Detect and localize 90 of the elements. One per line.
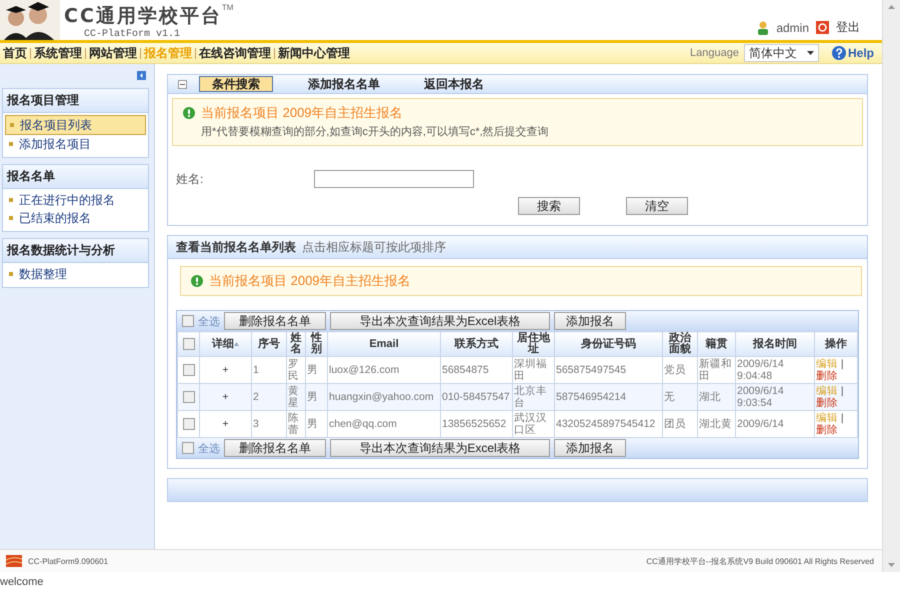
checkbox[interactable]: [182, 442, 194, 454]
separator-text: |: [840, 412, 844, 424]
nav-item[interactable]: 新闻中心管理: [275, 44, 353, 62]
checkbox[interactable]: [182, 338, 194, 350]
checkbox[interactable]: [182, 315, 194, 327]
nav-item[interactable]: 系统管理: [31, 44, 85, 62]
toolbar-button[interactable]: 添加报名: [554, 439, 626, 457]
column-header[interactable]: 联系方式: [440, 332, 512, 356]
logo-subtitle: CC-PlatForm v1.1: [84, 29, 182, 40]
column-header[interactable]: 身份证号码: [554, 332, 662, 356]
panel-hint: 点击相应标题可按此项排序: [302, 238, 446, 256]
sidebar-heading: 报名项目管理: [3, 89, 148, 113]
sidebar-item[interactable]: 添加报名项目: [5, 135, 146, 153]
toolbar-button[interactable]: 导出本次查询结果为Excel表格: [330, 439, 550, 457]
toolbar-button[interactable]: 删除报名名单: [224, 312, 326, 330]
scrollbar[interactable]: [882, 0, 900, 572]
expand-toggle[interactable]: +: [200, 384, 252, 410]
logout-link[interactable]: 登出: [836, 19, 860, 36]
form-button[interactable]: 清空: [626, 197, 688, 215]
nav-item[interactable]: 首页: [0, 44, 30, 62]
table-cell: 男: [306, 384, 328, 410]
sidebar-item[interactable]: 数据整理: [5, 265, 146, 283]
help-icon: [832, 46, 846, 60]
table-cell: 2009/6/14 9:03:54: [736, 384, 814, 410]
scroll-up-icon[interactable]: [888, 5, 895, 9]
column-header[interactable]: 性别: [306, 332, 328, 356]
sidebar-heading: 报名名单: [3, 165, 148, 189]
tab[interactable]: 返回本报名: [399, 77, 509, 91]
name-input-field[interactable]: [314, 170, 474, 188]
trademark-mark: TM: [222, 3, 234, 12]
user-name: admin: [776, 20, 809, 34]
scroll-down-icon[interactable]: [888, 563, 895, 567]
toolbar-button[interactable]: 删除报名名单: [224, 439, 326, 457]
language-label: Language: [690, 47, 739, 59]
checkbox[interactable]: [182, 364, 194, 376]
column-header[interactable]: 报名时间: [736, 332, 814, 356]
separator-text: |: [840, 358, 844, 370]
column-header[interactable]: 居住地址: [512, 332, 554, 356]
notice-title: 当前报名项目 2009年自主招生报名: [209, 272, 411, 290]
info-icon: [183, 107, 195, 119]
sidebar-item[interactable]: 已结束的报名: [5, 209, 146, 227]
logo-icon: [6, 555, 22, 567]
collapse-icon[interactable]: [137, 71, 146, 80]
column-header[interactable]: 政治面貌: [662, 332, 698, 356]
power-icon[interactable]: [816, 21, 829, 34]
logo-title: CC通用学校平台: [64, 4, 222, 28]
nav-item[interactable]: 在线咨询管理: [196, 44, 274, 62]
toolbar-button[interactable]: 添加报名: [554, 312, 626, 330]
sidebar-item[interactable]: 正在进行中的报名: [5, 191, 146, 209]
language-dropdown[interactable]: 简体中文: [744, 44, 819, 62]
column-header[interactable]: Email: [328, 332, 440, 356]
checkbox[interactable]: [182, 391, 194, 404]
sidebar-heading: 报名数据统计与分析: [3, 239, 148, 263]
nav-item[interactable]: 网站管理: [86, 44, 140, 62]
table-cell: 010-58457547: [440, 384, 512, 410]
column-header[interactable]: 操作: [814, 332, 858, 356]
separator-text: |: [840, 385, 844, 397]
notice-title: 当前报名项目 2009年自主招生报名: [201, 104, 403, 122]
help-link[interactable]: Help: [832, 46, 874, 60]
delete-link[interactable]: 删除: [816, 397, 838, 409]
panel-title: 查看当前报名名单列表: [176, 238, 296, 256]
delete-link[interactable]: 删除: [816, 370, 838, 382]
user-icon: [757, 20, 770, 34]
table-cell: 587546954214: [554, 384, 662, 410]
table-cell: 2: [252, 384, 286, 410]
collapse-icon[interactable]: [178, 80, 187, 88]
field-label: 姓名:: [176, 170, 204, 188]
column-header[interactable]: 姓名: [286, 332, 306, 356]
table-cell: 无: [662, 384, 698, 410]
sidebar-item[interactable]: 报名项目列表: [5, 115, 146, 135]
table-cell: 湖北: [698, 384, 736, 410]
form-button[interactable]: 搜索: [518, 197, 580, 215]
checkbox[interactable]: [182, 418, 194, 430]
graduates-drawing: [0, 0, 60, 40]
table-cell: huangxin@yahoo.com: [328, 384, 440, 410]
tab[interactable]: 条件搜索: [199, 76, 273, 92]
toolbar-button[interactable]: 导出本次查询结果为Excel表格: [330, 312, 550, 330]
caret-icon: [806, 51, 814, 55]
status-text: welcome: [0, 576, 44, 588]
table-cell: 黄星: [286, 384, 306, 410]
version-text: CC-PlatForm9.090601: [28, 556, 108, 566]
info-icon: [191, 275, 203, 287]
column-header[interactable]: 籍贯: [698, 332, 736, 356]
tab[interactable]: 添加报名名单: [289, 77, 399, 91]
sort-icon: [234, 342, 239, 346]
notice-hint: 用*代替要模糊查询的部分,如查询c开头的内容,可以填写c*,然后提交查询: [201, 124, 550, 139]
delete-link[interactable]: 删除: [816, 424, 838, 436]
table-cell: 北京丰台: [512, 384, 554, 410]
copyright-text: CC通用学校平台--报名系统V9 Build 090601 All Rights Reserved: [646, 556, 874, 566]
column-header[interactable]: 序号: [252, 332, 286, 356]
